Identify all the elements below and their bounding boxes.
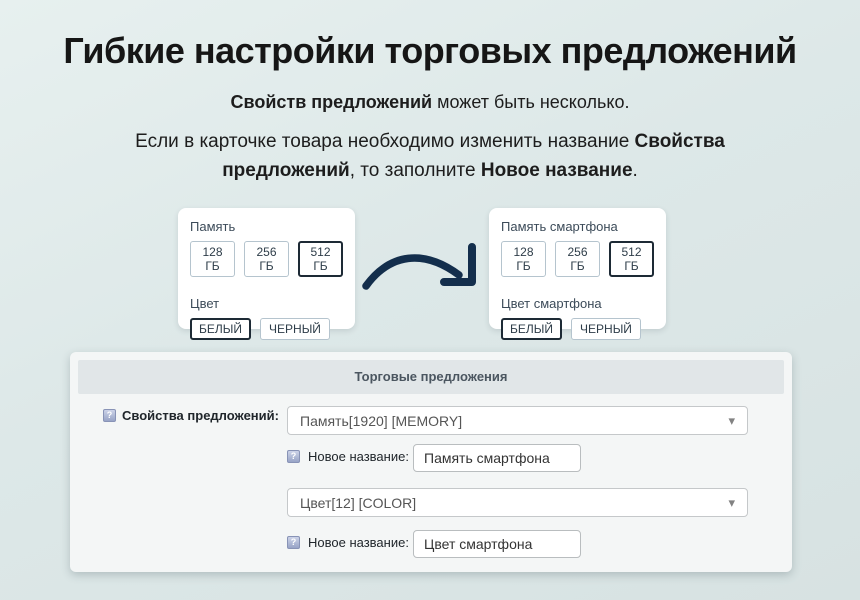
help-icon[interactable]: ? <box>103 409 116 422</box>
new-name-input-memory[interactable] <box>413 444 581 472</box>
new-name-input-color[interactable] <box>413 530 581 558</box>
intro-line-2-text-2: , то заполните <box>350 160 481 181</box>
intro-line-2-text-3: . <box>633 160 638 181</box>
option-button-128gb[interactable]: 128 ГБ <box>501 241 546 277</box>
memory-group-label: Память смартфона <box>501 219 654 234</box>
offer-card-after: Память смартфона 128 ГБ 256 ГБ 512 ГБ Цв… <box>489 208 666 329</box>
option-button-white[interactable]: БЕЛЫЙ <box>190 318 251 340</box>
color-group-label: Цвет смартфона <box>501 296 654 311</box>
page: Гибкие настройки торговых предложений Св… <box>0 0 860 600</box>
select-value: Память[1920] [MEMORY] <box>300 413 462 429</box>
intro-line-2-text: Если в карточке товара необходимо измени… <box>135 131 634 152</box>
memory-options-row: 128 ГБ 256 ГБ 512 ГБ <box>190 241 343 277</box>
new-name-label-color: Новое название: <box>308 535 409 550</box>
page-title: Гибкие настройки торговых предложений <box>0 30 860 72</box>
option-button-256gb[interactable]: 256 ГБ <box>555 241 600 277</box>
option-button-512gb[interactable]: 512 ГБ <box>298 241 343 277</box>
caret-down-icon: ▾ <box>728 414 735 427</box>
help-icon[interactable]: ? <box>287 450 300 463</box>
help-icon[interactable]: ? <box>287 536 300 549</box>
property-select-memory[interactable]: Память[1920] [MEMORY] ▾ <box>287 406 748 435</box>
intro-line-1: Свойств предложений может быть несколько… <box>0 92 860 113</box>
option-button-black[interactable]: ЧЕРНЫЙ <box>260 318 330 340</box>
memory-options-row: 128 ГБ 256 ГБ 512 ГБ <box>501 241 654 277</box>
caret-down-icon: ▾ <box>728 496 735 509</box>
intro-line-1-rest: может быть несколько. <box>432 92 629 112</box>
property-select-color[interactable]: Цвет[12] [COLOR] ▾ <box>287 488 748 517</box>
option-button-512gb[interactable]: 512 ГБ <box>609 241 654 277</box>
intro-line-2-bold-2: Новое название <box>481 160 633 181</box>
option-button-128gb[interactable]: 128 ГБ <box>190 241 235 277</box>
color-options-row: БЕЛЫЙ ЧЕРНЫЙ <box>501 318 654 340</box>
offer-properties-label: Свойства предложений: <box>122 408 279 423</box>
intro-line-1-bold: Свойств предложений <box>231 92 433 112</box>
option-button-256gb[interactable]: 256 ГБ <box>244 241 289 277</box>
trade-offers-panel: Торговые предложения ? Свойства предложе… <box>70 352 792 572</box>
option-button-black[interactable]: ЧЕРНЫЙ <box>571 318 641 340</box>
color-group-label: Цвет <box>190 296 343 311</box>
offer-card-before: Память 128 ГБ 256 ГБ 512 ГБ Цвет БЕЛЫЙ Ч… <box>178 208 355 329</box>
select-value: Цвет[12] [COLOR] <box>300 495 416 511</box>
option-button-white[interactable]: БЕЛЫЙ <box>501 318 562 340</box>
new-name-label-memory: Новое название: <box>308 449 409 464</box>
intro-line-2: Если в карточке товара необходимо измени… <box>120 127 740 185</box>
color-options-row: БЕЛЫЙ ЧЕРНЫЙ <box>190 318 343 340</box>
memory-group-label: Память <box>190 219 343 234</box>
panel-header: Торговые предложения <box>78 360 784 394</box>
curved-arrow-icon <box>360 240 480 295</box>
